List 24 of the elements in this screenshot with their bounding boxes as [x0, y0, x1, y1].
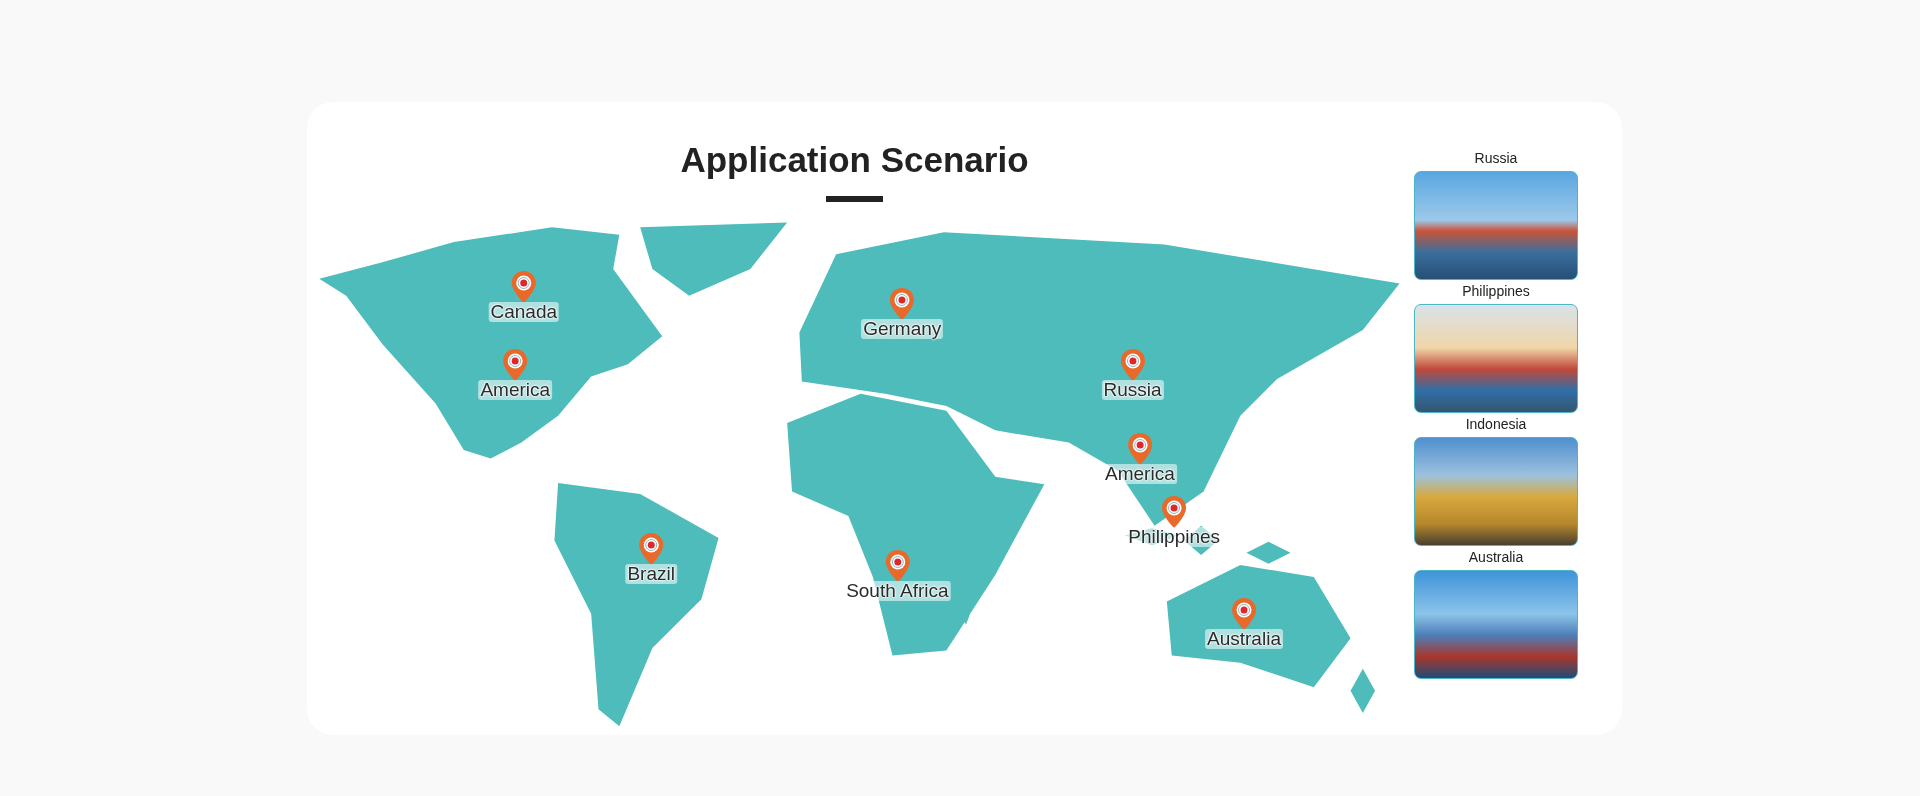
pin-label: Australia — [1205, 628, 1283, 649]
map-pin-icon — [510, 270, 537, 305]
photo-caption: Russia — [1474, 150, 1518, 166]
map-pin-icon — [1161, 495, 1188, 530]
section-title: Application Scenario — [680, 140, 1029, 180]
photo-caption: Philippines — [1462, 283, 1530, 299]
pin-label: Brazil — [625, 563, 677, 584]
pin-label: Germany — [861, 319, 944, 340]
photo-caption: Australia — [1468, 549, 1524, 565]
pin-label: Canada — [488, 302, 560, 323]
pin-label: America — [1103, 463, 1177, 484]
pin-label: South Africa — [844, 581, 951, 601]
map-pin-icon — [502, 348, 529, 383]
map-pin-icon — [1231, 596, 1257, 631]
map-pin-icon — [884, 549, 911, 583]
map-pin-icon — [1126, 431, 1153, 466]
map-pin-icon — [638, 531, 665, 566]
photo-caption: Indonesia — [1465, 416, 1527, 432]
title-underline — [826, 196, 883, 202]
pin-label: America — [478, 380, 553, 401]
map-pin-icon — [1119, 348, 1146, 383]
pin-label: Philippines — [1126, 527, 1223, 548]
map-pin-icon — [889, 287, 916, 322]
pin-label: Russia — [1101, 380, 1164, 401]
